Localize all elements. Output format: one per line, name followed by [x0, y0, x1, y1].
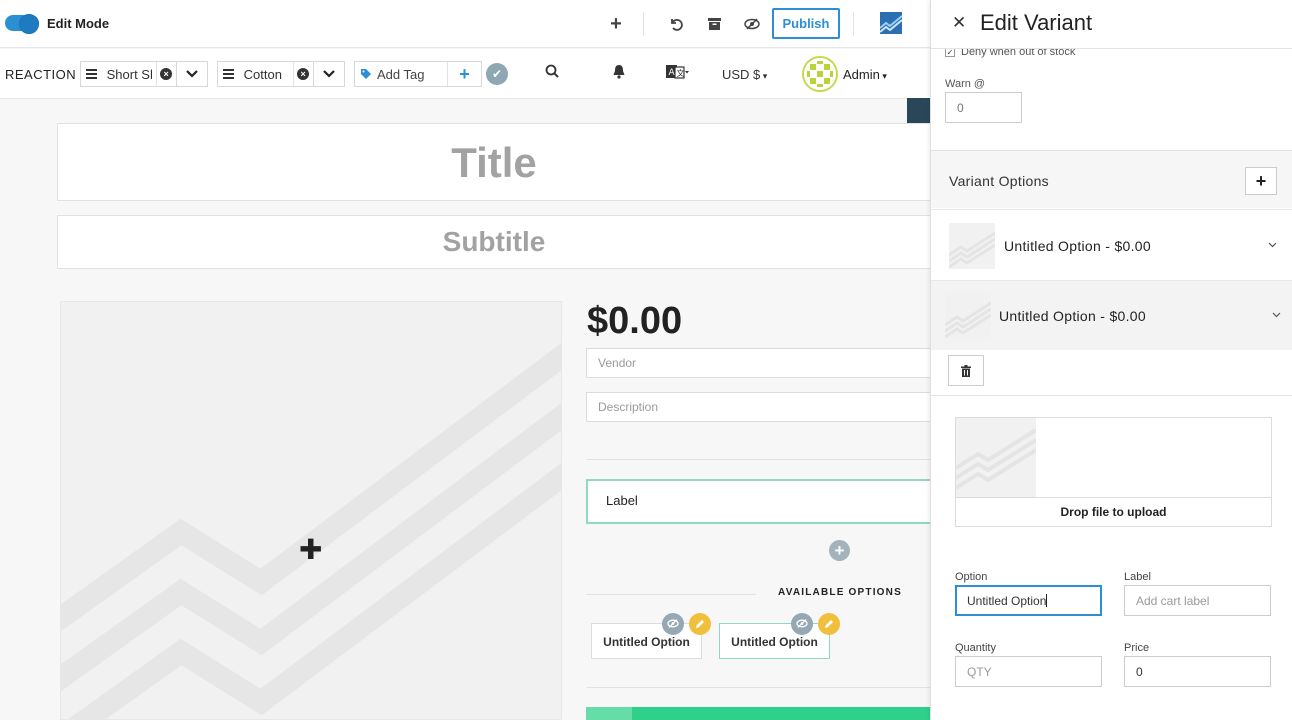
eye-slash-icon[interactable]: [741, 13, 763, 35]
variant-option-row-selected[interactable]: Untitled Option - $0.00: [931, 280, 1292, 350]
tag-chip-label[interactable]: Short Sl: [103, 62, 156, 86]
add-tag-input[interactable]: Add Tag +: [354, 61, 482, 87]
warn-input[interactable]: 0: [945, 92, 1022, 123]
option-card-label[interactable]: Untitled Option: [731, 635, 818, 649]
option-card[interactable]: Untitled Option: [591, 623, 702, 659]
top-toolbar: Edit Mode + Publish: [0, 0, 930, 48]
variant-options-title: Variant Options: [949, 173, 1049, 189]
panel-header: ✕ Edit Variant: [931, 0, 1292, 49]
warn-label: Warn @: [945, 78, 986, 90]
file-upload-dropzone[interactable]: Drop file to upload: [955, 417, 1272, 527]
price-input[interactable]: 0: [1124, 656, 1271, 687]
trash-icon: [961, 364, 971, 377]
option-field-label: Option: [955, 571, 988, 583]
quantity-input[interactable]: QTY: [955, 656, 1102, 687]
edit-variant-panel: ✓ Deny when out of stock ✕ Edit Variant …: [930, 0, 1292, 720]
option-thumbnail-icon: [945, 293, 991, 339]
panel-title: Edit Variant: [980, 10, 1093, 35]
available-options-heading: AVAILABLE OPTIONS: [760, 587, 920, 598]
vendor-input[interactable]: Vendor: [586, 348, 930, 378]
bell-icon[interactable]: [612, 64, 626, 82]
add-option-plus-icon[interactable]: +: [829, 540, 850, 561]
tag-chip-cotton[interactable]: Cotton ×: [217, 61, 345, 87]
tag-icon: [355, 62, 377, 86]
delete-option-button[interactable]: [948, 355, 984, 386]
product-toolbar: REACTION Short Sl × Cotton × Add Tag +: [0, 49, 930, 148]
add-to-cart-bar[interactable]: [586, 707, 930, 720]
product-image-dropzone[interactable]: [60, 301, 562, 720]
option-card-label[interactable]: Untitled Option: [603, 635, 690, 649]
remove-tag-icon[interactable]: ×: [292, 62, 313, 86]
option-card-selected[interactable]: Untitled Option: [719, 623, 830, 659]
product-title-field[interactable]: Title: [57, 123, 930, 201]
toolbar-divider: [853, 12, 854, 36]
search-icon[interactable]: [545, 64, 559, 81]
brand-text: REACTION: [5, 67, 77, 82]
variant-option-label[interactable]: Untitled Option - $0.00: [999, 308, 1146, 324]
placeholder-image-icon: [61, 343, 561, 719]
check-icon[interactable]: ✔: [486, 63, 508, 85]
label-field-label: Label: [1124, 571, 1151, 583]
variant-options-header: Variant Options +: [931, 150, 1292, 208]
tag-chip-label[interactable]: Cotton: [240, 62, 293, 86]
edit-mode-toggle[interactable]: [5, 14, 39, 34]
add-media-plus-icon[interactable]: ✚: [299, 536, 322, 564]
quantity-field-label: Quantity: [955, 642, 996, 654]
drag-handle-icon[interactable]: [81, 62, 103, 86]
chevron-down-icon[interactable]: [312, 62, 344, 86]
divider: [586, 687, 930, 688]
chevron-down-icon[interactable]: [175, 62, 207, 86]
description-input[interactable]: Description: [586, 392, 930, 422]
svg-text:文: 文: [677, 68, 685, 78]
divider: [931, 395, 1292, 396]
pencil-icon[interactable]: [689, 613, 711, 635]
text-caret: [1046, 594, 1048, 607]
drag-handle-icon[interactable]: [218, 62, 240, 86]
brand-logo-icon[interactable]: [879, 12, 903, 34]
add-plus-icon[interactable]: +: [605, 13, 627, 35]
currency-label[interactable]: USD $: [722, 67, 760, 82]
variant-label-text[interactable]: Label: [606, 493, 638, 508]
pencil-icon[interactable]: [818, 613, 840, 635]
archive-icon[interactable]: [703, 13, 725, 35]
undo-icon[interactable]: [665, 13, 687, 35]
translate-icon[interactable]: A文: [666, 64, 690, 83]
drop-file-label: Drop file to upload: [956, 497, 1271, 526]
divider: [586, 594, 756, 595]
option-thumbnail-icon: [949, 223, 995, 269]
chevron-down-icon[interactable]: [1272, 310, 1281, 321]
product-title[interactable]: Title: [58, 139, 930, 187]
eye-icon[interactable]: [791, 613, 813, 635]
product-price: $0.00: [587, 300, 683, 342]
currency-selector[interactable]: USD $ ▾: [722, 67, 767, 82]
variant-option-label[interactable]: Untitled Option - $0.00: [1004, 238, 1151, 254]
product-subtitle[interactable]: Subtitle: [58, 226, 930, 258]
close-icon[interactable]: ✕: [952, 13, 966, 33]
avatar[interactable]: [802, 56, 838, 92]
variant-option-row[interactable]: Untitled Option - $0.00: [931, 209, 1292, 279]
cart-label-input[interactable]: Add cart label: [1124, 585, 1271, 616]
add-tag-plus-icon[interactable]: +: [447, 62, 481, 86]
option-input[interactable]: Untitled Option: [955, 585, 1102, 616]
product-subtitle-field[interactable]: Subtitle: [57, 215, 930, 269]
toolbar-divider: [643, 12, 644, 36]
price-field-label: Price: [1124, 642, 1150, 654]
variant-label-input[interactable]: Label: [586, 479, 930, 524]
tag-chip-short-sleeve[interactable]: Short Sl ×: [80, 61, 208, 87]
user-menu[interactable]: Admin ▾: [843, 67, 887, 82]
edit-mode-label: Edit Mode: [47, 16, 110, 31]
option-input-value[interactable]: Untitled Option: [967, 594, 1046, 608]
upload-thumbnail-icon: [956, 418, 1036, 497]
eye-icon[interactable]: [662, 613, 684, 635]
divider: [586, 459, 930, 460]
publish-button[interactable]: Publish: [772, 8, 840, 39]
user-name[interactable]: Admin: [843, 67, 880, 82]
add-tag-placeholder: Add Tag: [377, 67, 425, 82]
add-variant-option-button[interactable]: +: [1245, 167, 1277, 195]
chevron-down-icon[interactable]: [1268, 240, 1277, 251]
remove-tag-icon[interactable]: ×: [155, 62, 176, 86]
